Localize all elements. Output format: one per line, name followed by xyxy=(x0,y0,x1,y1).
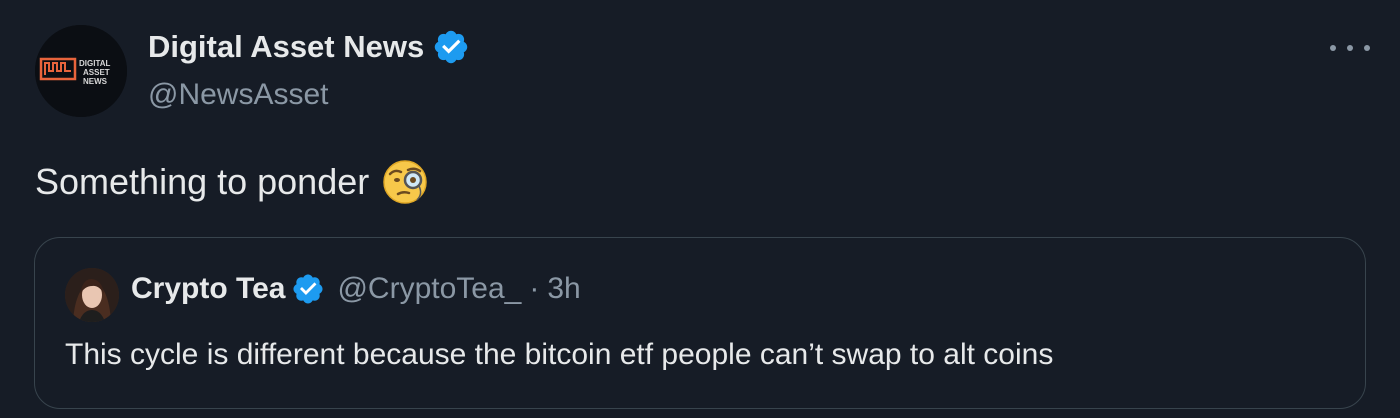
verified-badge-icon xyxy=(293,274,323,304)
author-name-row: Digital Asset News xyxy=(148,28,470,66)
tweet-text-row: Something to ponder xyxy=(35,158,429,206)
verified-badge-icon xyxy=(434,30,468,64)
quoted-header: Crypto Tea @CryptoTea_ · 3h xyxy=(131,272,581,306)
user-avatar-icon xyxy=(65,268,119,322)
tweet-text: Something to ponder xyxy=(35,161,370,202)
more-dot-icon xyxy=(1330,45,1336,51)
face-with-monocle-icon xyxy=(383,160,427,204)
more-dot-icon xyxy=(1364,45,1370,51)
more-options-button[interactable] xyxy=(1330,36,1370,60)
quoted-author-handle[interactable]: @CryptoTea_ xyxy=(337,272,521,306)
tweet: DIGITAL ASSET NEWS Digital Asset News @N… xyxy=(0,0,1400,418)
digital-asset-news-logo-icon: DIGITAL ASSET NEWS xyxy=(35,25,127,117)
header-separator: · xyxy=(529,272,540,305)
author-handle[interactable]: @NewsAsset xyxy=(148,78,329,112)
logo-text-line-3: NEWS xyxy=(83,77,108,86)
logo-text-line-2: ASSET xyxy=(83,68,110,77)
logo-text-line-1: DIGITAL xyxy=(79,59,111,68)
quoted-timestamp[interactable]: 3h xyxy=(547,272,580,306)
quoted-author-avatar[interactable] xyxy=(65,268,119,322)
quoted-tweet-text: This cycle is different because the bitc… xyxy=(65,338,1054,371)
author-name[interactable]: Digital Asset News xyxy=(148,29,424,65)
quoted-tweet[interactable]: Crypto Tea @CryptoTea_ · 3h This cycle i… xyxy=(34,237,1366,409)
more-dot-icon xyxy=(1347,45,1353,51)
author-avatar[interactable]: DIGITAL ASSET NEWS xyxy=(35,25,127,117)
quoted-author-name[interactable]: Crypto Tea xyxy=(131,272,285,306)
